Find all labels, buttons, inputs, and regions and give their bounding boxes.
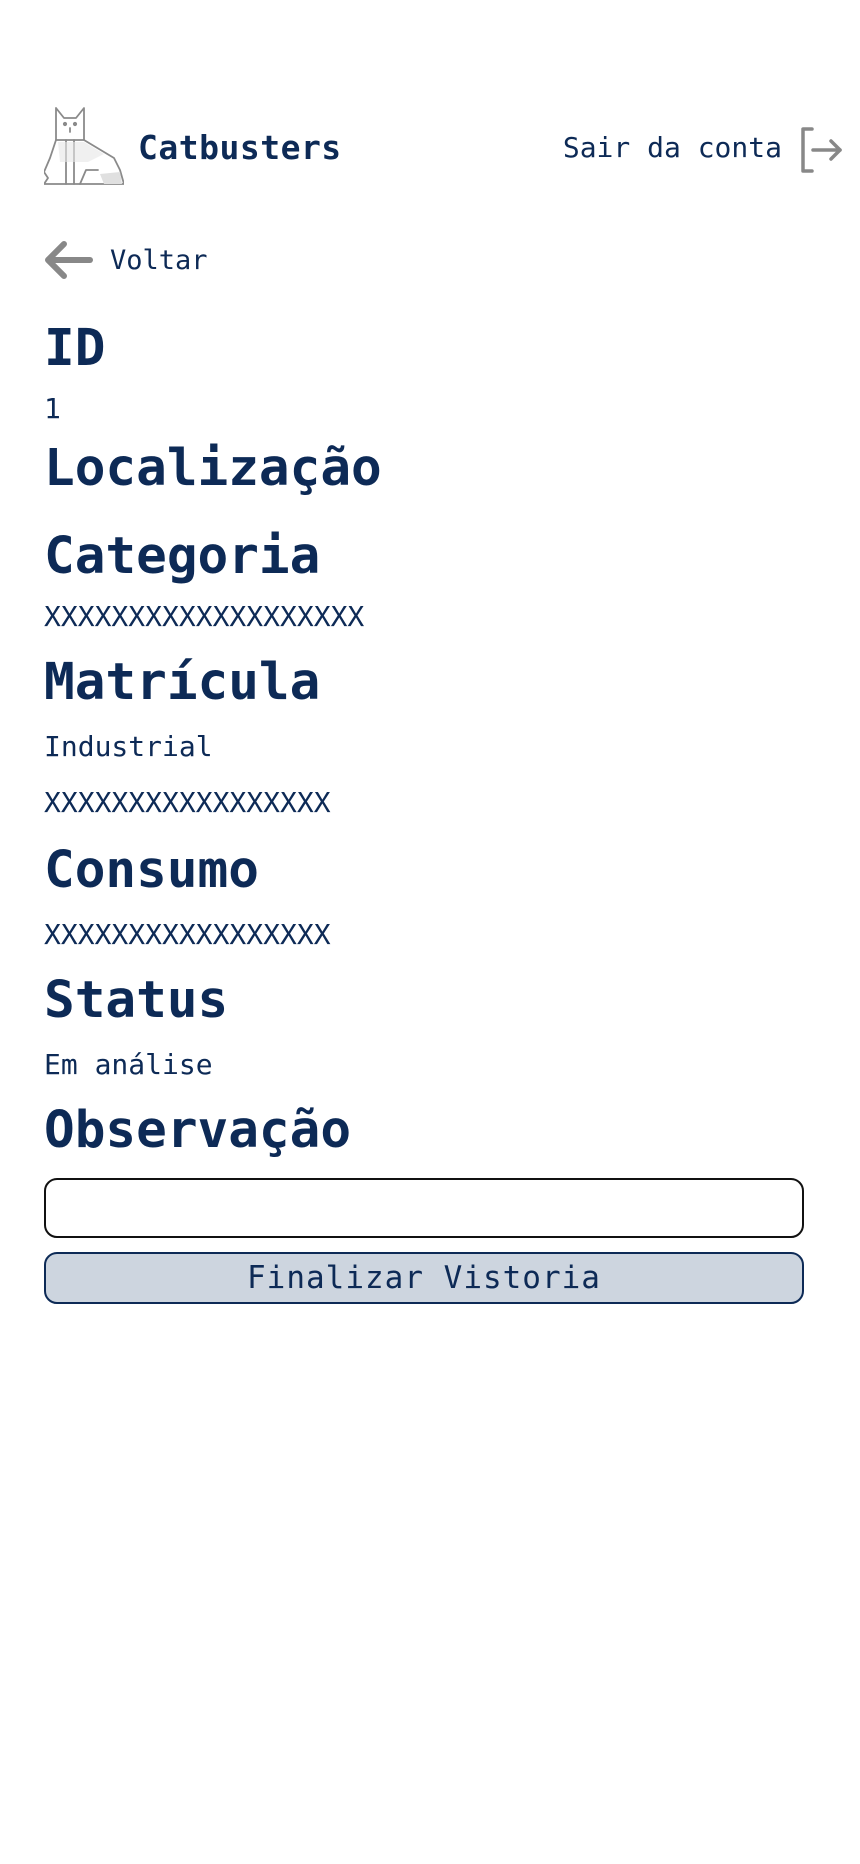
arrow-left-icon (45, 241, 93, 279)
app-header: Catbusters Sair da conta (44, 106, 844, 190)
cat-logo-icon (44, 107, 124, 185)
logout-button[interactable]: Sair da conta (563, 124, 844, 176)
category-value: XXXXXXXXXXXXXXXXXXX (44, 600, 365, 633)
observation-title: Observação (44, 1101, 352, 1160)
logout-icon (801, 127, 842, 173)
observation-input[interactable] (44, 1178, 804, 1238)
status-value: Em análise (44, 1048, 213, 1081)
id-title: ID (44, 319, 106, 378)
consumption-title: Consumo (44, 841, 259, 900)
registration-value: XXXXXXXXXXXXXXXXX (44, 786, 331, 819)
category-title: Categoria (44, 527, 321, 586)
logout-label: Sair da conta (562, 130, 782, 164)
consumption-value: XXXXXXXXXXXXXXXXX (44, 918, 331, 951)
back-label: Voltar (110, 244, 208, 276)
finish-inspection-button[interactable]: Finalizar Vistoria (44, 1252, 804, 1304)
location-title: Localização (44, 439, 382, 498)
status-title: Status (44, 971, 229, 1030)
brand-name: Catbusters (138, 128, 342, 167)
id-value: 1 (44, 392, 61, 425)
registration-value-type: Industrial (44, 730, 213, 763)
back-button[interactable]: Voltar (44, 238, 208, 282)
registration-title: Matrícula (44, 653, 321, 712)
inspection-details: ID 1 Localização Categoria XXXXXXXXXXXXX… (44, 318, 812, 1304)
